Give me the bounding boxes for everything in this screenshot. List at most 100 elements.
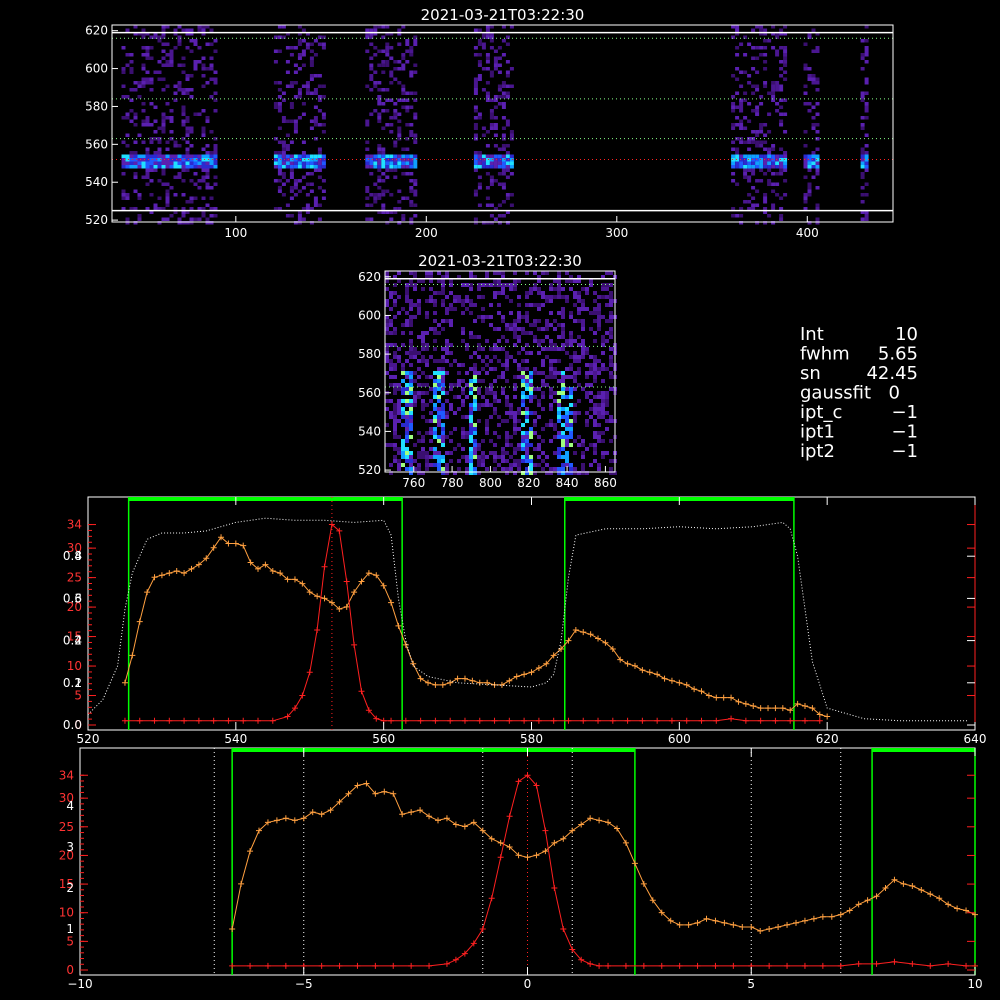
pixel <box>501 371 505 375</box>
pixel <box>469 447 473 451</box>
pixel <box>807 102 812 106</box>
pixel <box>161 49 166 53</box>
pixel <box>181 112 186 116</box>
pixel <box>169 53 174 57</box>
pixel <box>385 323 389 327</box>
pixel <box>501 200 506 204</box>
pixel <box>409 427 413 431</box>
pixel <box>517 467 521 471</box>
pixel <box>301 154 306 158</box>
pixel <box>767 151 772 155</box>
pixel <box>601 295 605 299</box>
pixel <box>497 463 501 467</box>
pixel <box>860 193 865 197</box>
pixel <box>433 431 437 435</box>
pixel <box>409 123 414 127</box>
pixel <box>485 144 490 148</box>
pixel <box>601 351 605 355</box>
data-point <box>535 717 542 724</box>
pixel <box>735 154 740 158</box>
pixel <box>489 154 494 158</box>
data-point <box>757 717 764 724</box>
pixel <box>493 411 497 415</box>
pixel <box>771 182 776 186</box>
pixel <box>313 105 318 109</box>
pixel <box>755 56 760 60</box>
pixel <box>313 158 318 162</box>
pixel <box>743 70 748 74</box>
pixel <box>864 154 869 158</box>
pixel <box>537 435 541 439</box>
pixel <box>593 411 597 415</box>
pixel <box>473 403 477 407</box>
data-point <box>720 694 727 701</box>
pixel <box>759 161 764 165</box>
pixel <box>453 299 457 303</box>
pixel <box>417 383 421 387</box>
pixel <box>401 371 405 375</box>
pixel <box>501 158 506 162</box>
y-tick-label-red: 10 <box>59 906 74 920</box>
pixel <box>129 60 134 64</box>
pixel <box>393 109 398 113</box>
pixel <box>389 375 393 379</box>
pixel <box>549 423 553 427</box>
pixel <box>185 88 190 92</box>
pixel <box>529 391 533 395</box>
pixel <box>735 147 740 151</box>
pixel <box>445 399 449 403</box>
pixel <box>469 455 473 459</box>
pixel <box>549 439 553 443</box>
pixel <box>441 371 445 375</box>
pixel <box>517 339 521 343</box>
pixel <box>597 311 601 315</box>
pixel <box>739 98 744 102</box>
pixel <box>497 359 501 363</box>
data-point <box>129 652 136 659</box>
pixel <box>585 287 589 291</box>
pixel <box>811 151 816 155</box>
pixel <box>743 200 748 204</box>
pixel <box>509 203 514 207</box>
pixel <box>743 126 748 130</box>
pixel <box>313 74 318 78</box>
pixel <box>569 435 573 439</box>
pixel <box>413 351 417 355</box>
pixel <box>285 161 290 165</box>
pixel <box>417 351 421 355</box>
pixel <box>389 323 393 327</box>
pixel <box>401 367 405 371</box>
pixel <box>297 25 302 29</box>
pixel <box>485 271 489 275</box>
pixel <box>509 411 513 415</box>
pixel <box>305 182 310 186</box>
plot-title: 2021-03-21T03:22:30 <box>421 6 585 24</box>
pixel <box>493 116 498 120</box>
pixel <box>453 307 457 311</box>
pixel <box>735 123 740 127</box>
data-point <box>506 717 513 724</box>
pixel <box>133 154 138 158</box>
pixel <box>541 327 545 331</box>
pixel <box>409 49 414 53</box>
pixel <box>485 363 489 367</box>
data-point <box>542 827 549 834</box>
pixel <box>201 130 206 134</box>
pixel <box>133 161 138 165</box>
pixel <box>129 70 134 74</box>
pixel <box>381 109 386 113</box>
pixel <box>545 271 549 275</box>
pixel <box>501 214 506 218</box>
pixel <box>389 383 393 387</box>
pixel <box>601 439 605 443</box>
pixel <box>181 161 186 165</box>
pixel <box>513 375 517 379</box>
pixel <box>461 427 465 431</box>
pixel <box>589 371 593 375</box>
pixel <box>393 411 397 415</box>
pixel <box>121 154 126 158</box>
pixel <box>157 140 162 144</box>
pixel <box>481 42 486 46</box>
pixel <box>561 447 565 451</box>
pixel <box>807 186 812 190</box>
